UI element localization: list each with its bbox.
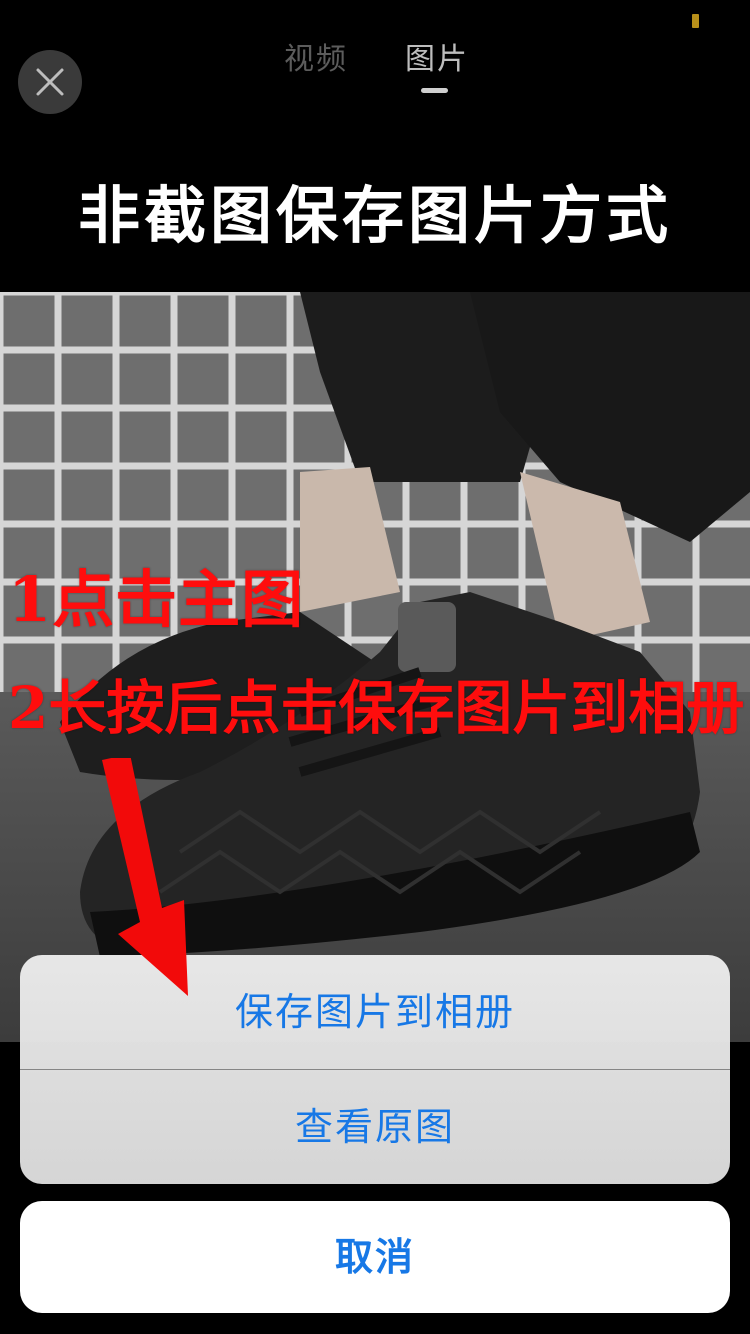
- media-tabs: 视频 图片: [0, 38, 750, 98]
- tab-video[interactable]: 视频: [284, 38, 348, 82]
- view-original-button[interactable]: 查看原图: [20, 1070, 730, 1184]
- active-tab-indicator: [421, 88, 448, 93]
- status-indicator: [692, 14, 699, 28]
- cancel-button[interactable]: 取消: [20, 1201, 730, 1313]
- page-headline: 非截图保存图片方式: [77, 179, 672, 252]
- tab-photo[interactable]: 图片: [405, 38, 469, 82]
- arrow-down-icon: [102, 758, 188, 996]
- instruction-step-2: 2长按后点击保存图片到相册: [8, 674, 745, 742]
- image-preview-screen: 视频 图片 非截图保存图片方式 1点击主图 2长按后点击保存图片到相册 保存图片…: [0, 0, 750, 1334]
- instruction-step-1: 1点击主图: [8, 563, 305, 636]
